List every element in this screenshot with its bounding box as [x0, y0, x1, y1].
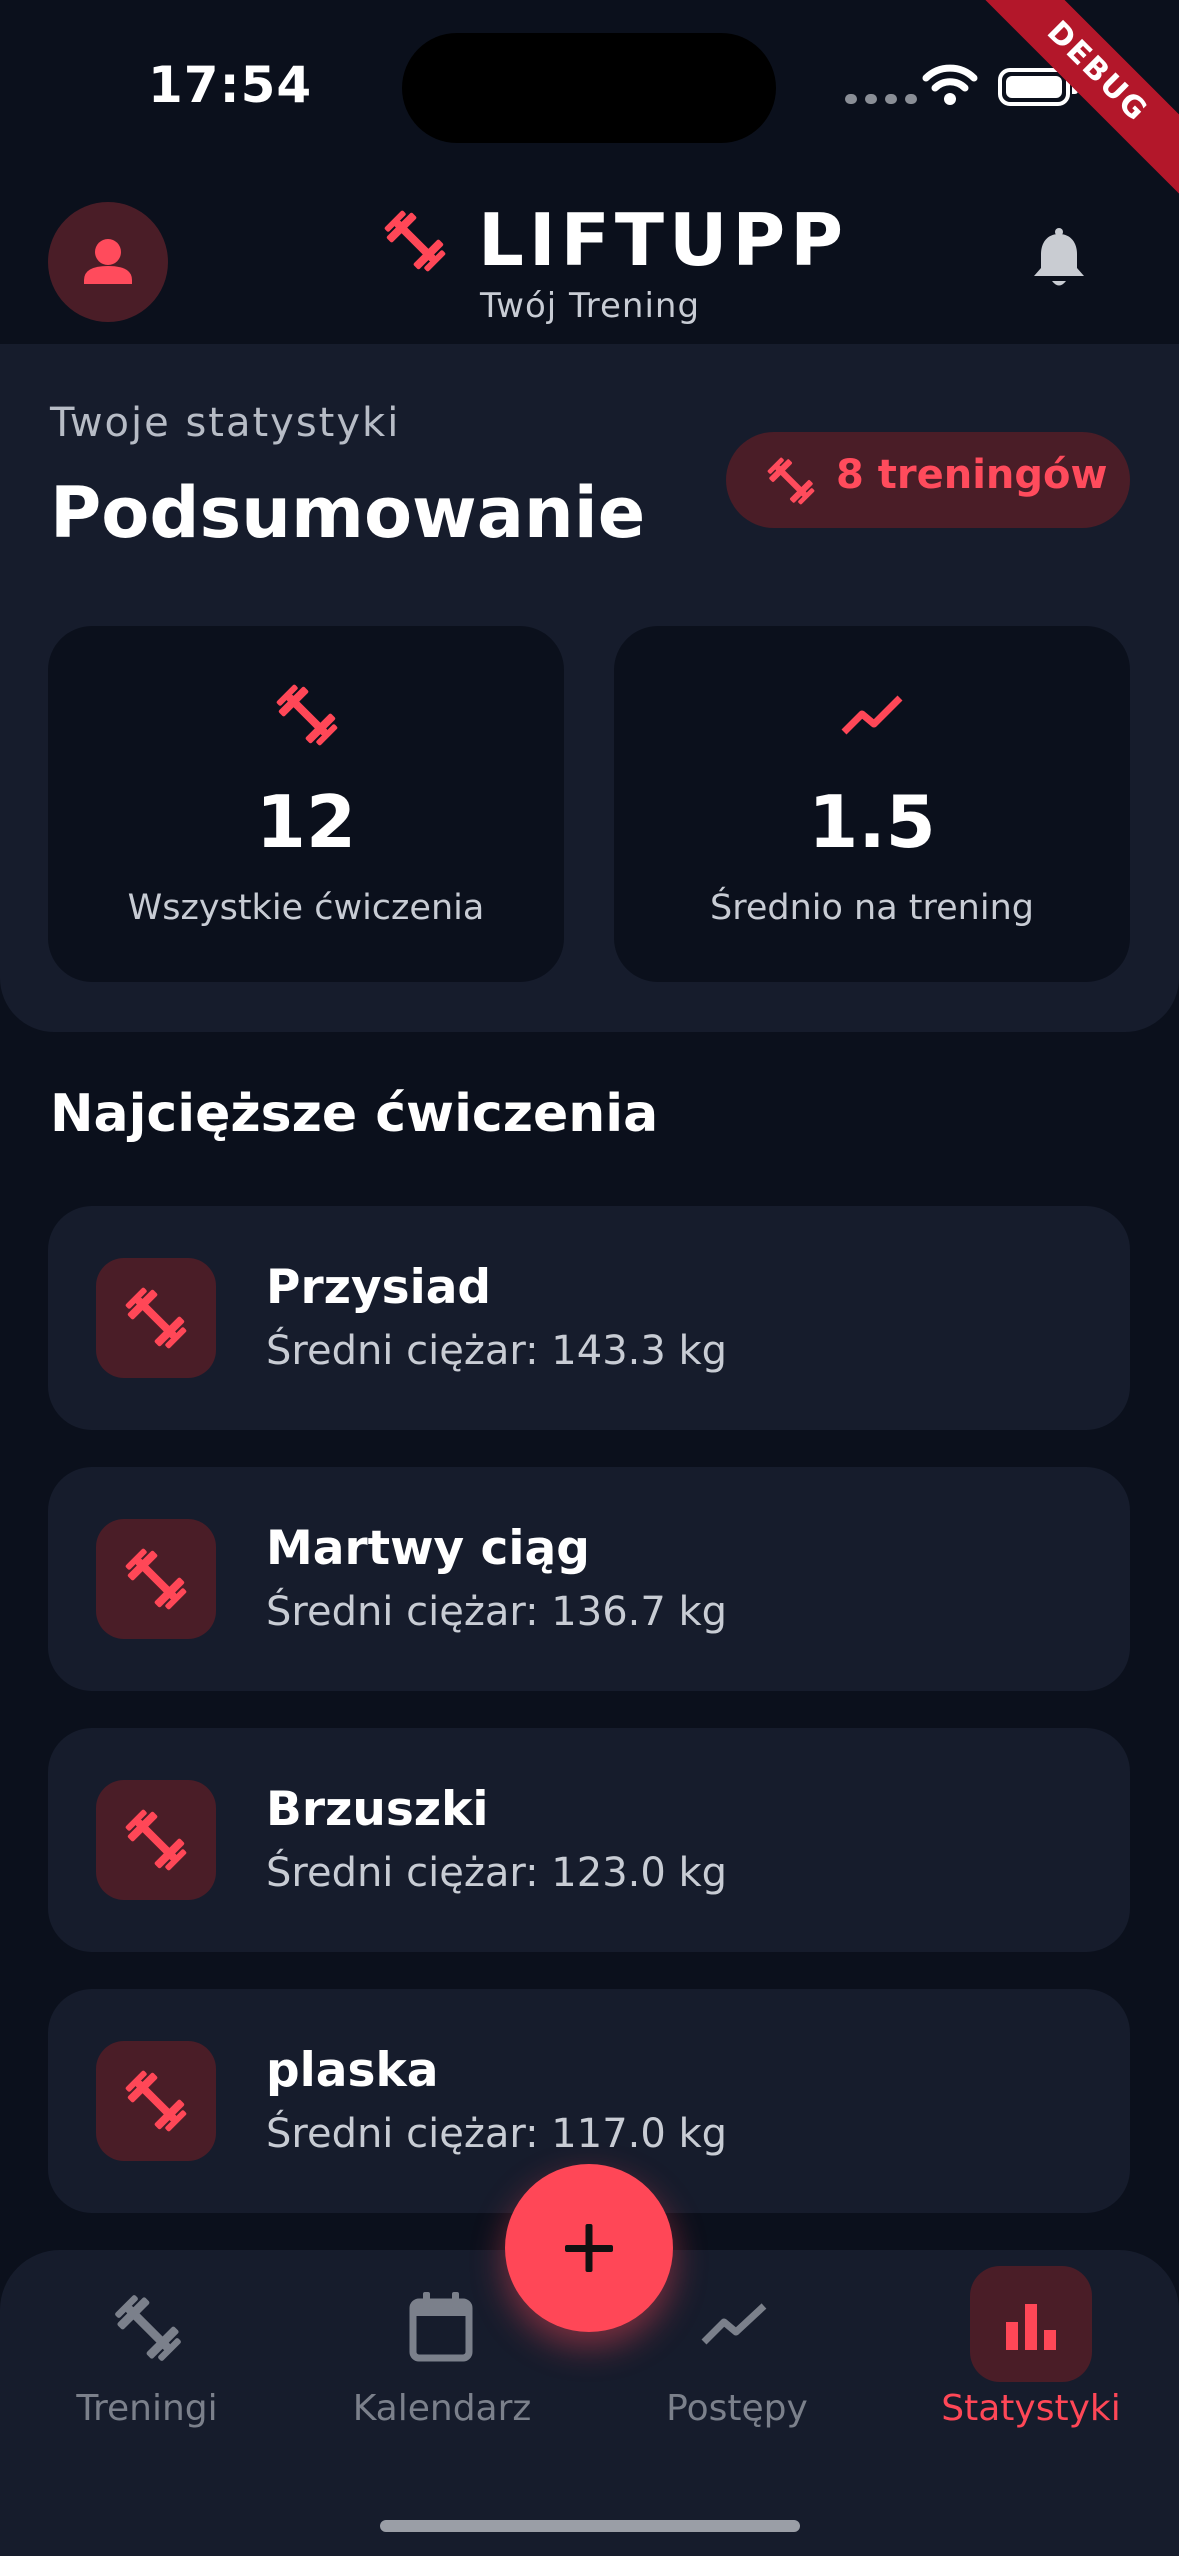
- exercise-icon-box: [96, 2041, 216, 2161]
- exercise-weight: Średni ciężar: 117.0 kg: [266, 2111, 728, 2157]
- profile-button[interactable]: [48, 202, 168, 322]
- dumbbell-icon: [125, 1548, 187, 1610]
- exercise-icon-box: [96, 1780, 216, 1900]
- summary-label: Twoje statystyki: [50, 400, 401, 446]
- section-title: Najcięższe ćwiczenia: [50, 1084, 659, 1144]
- exercise-name: Brzuszki: [266, 1782, 489, 1837]
- home-indicator[interactable]: [380, 2520, 800, 2532]
- wifi-icon: [922, 64, 978, 105]
- exercise-weight: Średni ciężar: 136.7 kg: [266, 1589, 728, 1635]
- exercise-name: Przysiad: [266, 1260, 492, 1315]
- nav-item-kalendarz[interactable]: Kalendarz: [292, 2388, 592, 2429]
- exercise-weight: Średni ciężar: 123.0 kg: [266, 1850, 728, 1896]
- dumbbell-icon[interactable]: [110, 2290, 186, 2366]
- stat-label-average: Średnio na trening: [710, 888, 1034, 928]
- exercise-weight: Średni ciężar: 143.3 kg: [266, 1328, 728, 1374]
- bar-chart-icon[interactable]: [1004, 2298, 1058, 2352]
- cellular-signal-icon: [845, 94, 917, 104]
- trending-up-icon: [841, 695, 903, 735]
- person-icon: [84, 239, 132, 284]
- workout-count-text: 8 treningów: [836, 452, 1108, 498]
- exercise-icon-box: [96, 1519, 216, 1639]
- dumbbell-icon: [125, 2070, 187, 2132]
- exercise-name: plaska: [266, 2043, 439, 2098]
- nav-item-statystyki[interactable]: Statystyki: [881, 2388, 1179, 2429]
- dynamic-island: [402, 33, 776, 143]
- status-time: 17:54: [148, 56, 313, 114]
- summary-title: Podsumowanie: [50, 472, 646, 554]
- dumbbell-icon: [125, 1287, 187, 1349]
- bell-icon[interactable]: [1028, 228, 1090, 294]
- app-subtitle: Twój Trening: [480, 286, 701, 326]
- exercise-icon-box: [96, 1258, 216, 1378]
- app-title: LIFTUPP: [478, 198, 848, 282]
- nav-item-postepy[interactable]: Postępy: [587, 2388, 887, 2429]
- nav-item-treningi[interactable]: Treningi: [0, 2388, 297, 2429]
- dumbbell-icon: [125, 1809, 187, 1871]
- dumbbell-icon: [276, 684, 338, 746]
- stat-label-exercises: Wszystkie ćwiczenia: [127, 888, 485, 928]
- calendar-icon[interactable]: [408, 2290, 474, 2362]
- dumbbell-icon: [767, 457, 815, 505]
- exercise-name: Martwy ciąg: [266, 1521, 590, 1576]
- plus-icon: [565, 2224, 613, 2272]
- add-workout-button[interactable]: [505, 2164, 673, 2332]
- stat-value-average: 1.5: [808, 780, 936, 864]
- debug-banner: DEBUG: [964, 0, 1179, 205]
- logo-dumbbell-icon: [384, 210, 446, 272]
- trending-up-icon[interactable]: [700, 2294, 770, 2354]
- stat-value-exercises: 12: [255, 780, 357, 864]
